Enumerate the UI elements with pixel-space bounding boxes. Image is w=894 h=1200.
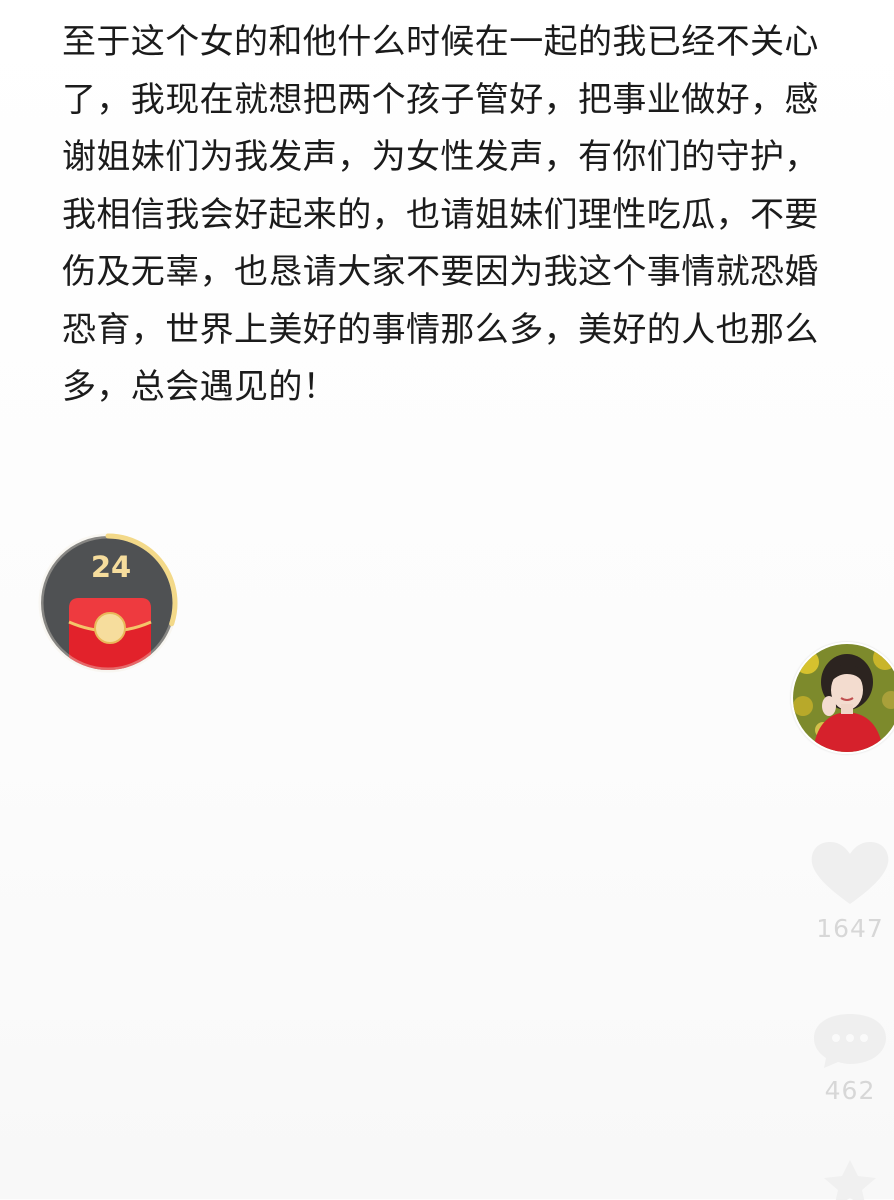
star-icon [824,1160,876,1200]
post-text-line: 多，总会遇见的！ [62,367,338,407]
post-text-line: 谢姐妹们为我发声，为女性发声，有你们的守护， [62,137,819,177]
favorite-button[interactable] [800,1158,894,1200]
post-text: 至于这个女的和他什么时候在一起的我已经不关心 了，我现在就想把两个孩子管好，把事… [62,14,852,417]
author-photo [793,644,894,752]
comment-icon [814,1014,886,1068]
comment-button[interactable]: 462 [800,1010,894,1105]
red-envelope-widget[interactable]: 24 [38,533,178,673]
heart-icon [811,842,889,904]
comment-count: 462 [824,1076,876,1105]
post-text-line: 了，我现在就想把两个孩子管好，把事业做好，感 [62,79,819,120]
post-text-line: 至于这个女的和他什么时候在一起的我已经不关心 [62,22,819,62]
post-text-line: 恐育，世界上美好的事情那么多，美好的人也那么 [62,309,819,350]
post-text-line: 伤及无辜，也恳请大家不要因为我这个事情就恐婚 [62,252,819,292]
post-text-line: 我相信我会好起来的，也请姐妹们理性吃瓜，不要 [62,194,819,235]
like-button[interactable]: 1647 [800,840,894,943]
like-count: 1647 [816,914,884,943]
envelope-progress-ring [38,533,178,673]
author-avatar[interactable] [791,642,894,754]
video-screen: 至于这个女的和他什么时候在一起的我已经不关心 了，我现在就想把两个孩子管好，把事… [0,0,894,1200]
